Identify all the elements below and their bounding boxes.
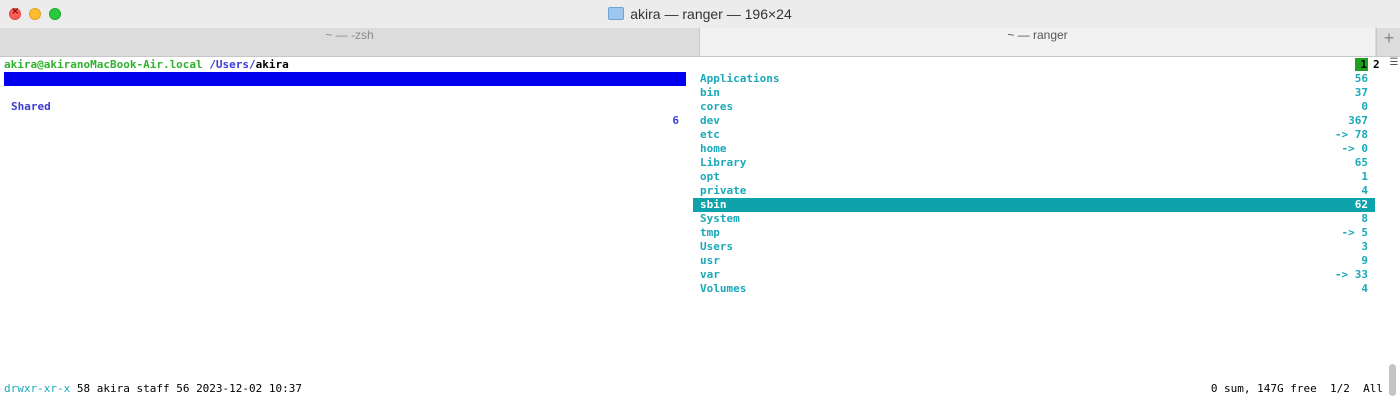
- right-list-item[interactable]: etc -> 78: [693, 128, 1375, 142]
- right-list-item[interactable]: System 8: [693, 212, 1375, 226]
- list-item-count: 8: [1361, 212, 1368, 225]
- right-list-item[interactable]: cores 0: [693, 100, 1375, 114]
- list-item-name: usr: [700, 254, 720, 267]
- list-item-name: private: [700, 184, 747, 197]
- ranger-header: akira@akiranoMacBook-Air.local /Users/ak…: [4, 58, 289, 72]
- right-list-item[interactable]: usr 9: [693, 254, 1375, 268]
- window-title: akira — ranger — 196×24: [0, 6, 1400, 22]
- window-title-text: akira — ranger — 196×24: [630, 6, 792, 22]
- right-list-item[interactable]: Applications 56: [693, 72, 1375, 86]
- list-item-name: opt: [700, 170, 720, 183]
- right-list-item-selected[interactable]: sbin 62: [693, 198, 1375, 212]
- list-item-name: tmp: [700, 226, 720, 239]
- list-item-name: Shared: [11, 100, 51, 113]
- list-item-name: Volumes: [700, 282, 747, 295]
- list-item-name: bin: [700, 86, 720, 99]
- terminal-content[interactable]: akira@akiranoMacBook-Air.local /Users/ak…: [0, 57, 1400, 400]
- list-item-count: 0: [1361, 100, 1368, 113]
- list-item-name: dev: [700, 114, 720, 127]
- list-item-count: 56: [1354, 72, 1368, 85]
- list-item-name: Users: [700, 240, 734, 253]
- list-item-count: -> 0: [1341, 142, 1369, 155]
- list-item-name: etc: [700, 128, 720, 141]
- list-item-count: 37: [1354, 86, 1368, 99]
- list-item-count: 367: [1348, 114, 1368, 127]
- ranger-tab-2[interactable]: 2: [1373, 58, 1380, 71]
- right-list-item[interactable]: opt 1: [693, 170, 1375, 184]
- file-info: 58 akira staff 56 2023-12-02 10:37: [70, 382, 303, 395]
- right-list-item[interactable]: home -> 0: [693, 142, 1375, 156]
- file-permissions: drwxr-xr-x: [4, 382, 71, 395]
- list-item-count: 9: [1361, 254, 1368, 267]
- scroll-options-icon[interactable]: ☰: [1389, 58, 1399, 68]
- list-item-name: Applications: [700, 72, 780, 85]
- folder-icon: [608, 7, 625, 20]
- list-item-count: 4: [1361, 184, 1368, 197]
- path-current: akira: [255, 58, 289, 71]
- list-item-name: Library: [700, 156, 747, 169]
- path-prefix: /Users/: [209, 58, 256, 71]
- right-list-item[interactable]: Users 3: [693, 240, 1375, 254]
- list-item-name: cores: [700, 100, 734, 113]
- tab-ranger[interactable]: ~ — ranger: [700, 28, 1375, 56]
- list-item-name: sbin: [700, 198, 727, 211]
- tab-bar: ~ — -zsh ~ — ranger +: [0, 28, 1400, 57]
- title-bar: akira — ranger — 196×24: [0, 0, 1400, 28]
- list-item-count: 6: [672, 114, 679, 127]
- list-item-count: 4: [1361, 282, 1368, 295]
- list-item-name: System: [700, 212, 740, 225]
- list-item-count: 62: [1354, 198, 1368, 211]
- right-list-item[interactable]: Library 65: [693, 156, 1375, 170]
- tab-zsh[interactable]: ~ — -zsh: [0, 28, 700, 56]
- left-list-item-akira[interactable]: akira 56: [4, 72, 686, 113]
- scrollbar[interactable]: [1389, 364, 1396, 396]
- list-item-count: 56: [665, 100, 679, 113]
- status-bar-left: drwxr-xr-x 58 akira staff 56 2023-12-02 …: [4, 382, 302, 396]
- ranger-tab-1[interactable]: 1: [1355, 58, 1368, 71]
- list-item-count: 3: [1361, 240, 1368, 253]
- list-item-count: -> 5: [1341, 226, 1369, 239]
- list-item-count: 65: [1354, 156, 1368, 169]
- user-host: akira@akiranoMacBook-Air.local: [4, 58, 203, 71]
- status-bar-right: 0 sum, 147G free 1/2 All: [1210, 382, 1383, 395]
- list-item-name: home: [700, 142, 727, 155]
- list-item-count: 1: [1361, 170, 1368, 183]
- right-list-item[interactable]: var -> 33: [693, 268, 1375, 282]
- right-list-item[interactable]: dev 367: [693, 114, 1375, 128]
- right-list-item[interactable]: tmp -> 5: [693, 226, 1375, 240]
- right-list-item[interactable]: private 4: [693, 184, 1375, 198]
- list-item-name: var: [700, 268, 720, 281]
- right-list-item[interactable]: bin 37: [693, 86, 1375, 100]
- new-tab-button[interactable]: +: [1376, 28, 1400, 56]
- list-item-count: -> 33: [1334, 268, 1368, 281]
- right-list-item[interactable]: Volumes 4: [693, 282, 1375, 296]
- list-item-count: -> 78: [1334, 128, 1368, 141]
- left-list-item-shared[interactable]: Shared 6: [4, 86, 686, 127]
